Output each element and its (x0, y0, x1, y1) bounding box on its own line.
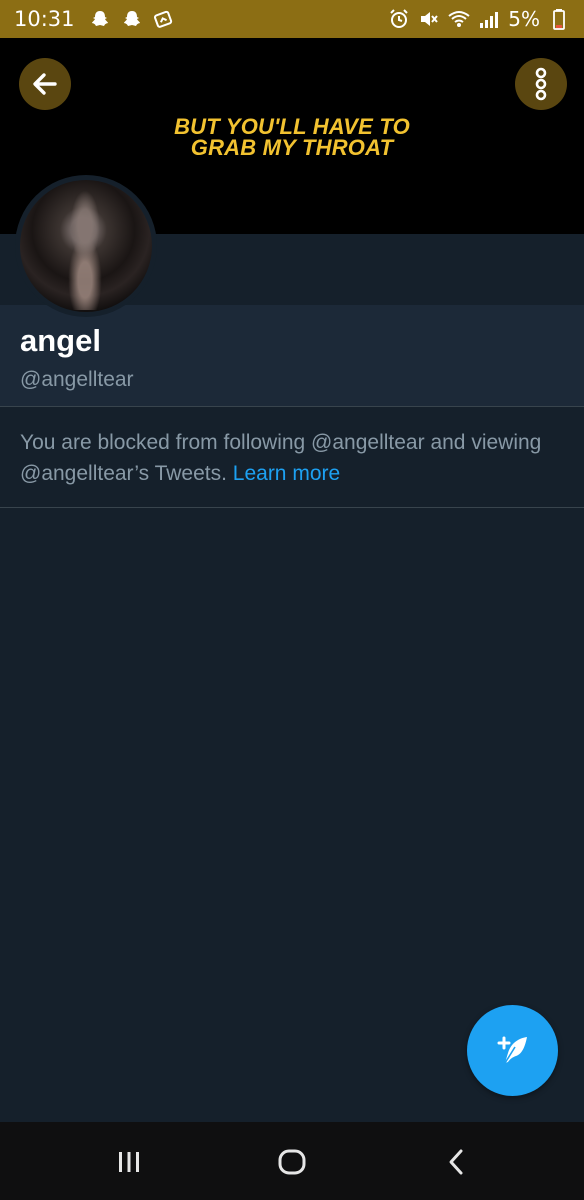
mute-icon (418, 8, 440, 30)
banner-text: BUT YOU'LL HAVE TO GRAB MY THROAT (0, 114, 584, 160)
avatar[interactable] (20, 180, 152, 312)
battery-icon (548, 8, 570, 30)
banner-line-2: GRAB MY THROAT (190, 135, 394, 160)
recents-icon (119, 1152, 139, 1172)
avatar-ring (15, 175, 157, 317)
recents-button[interactable] (109, 1142, 149, 1182)
compose-tweet-button[interactable] (467, 1005, 558, 1096)
divider (0, 507, 584, 508)
more-vertical-icon (535, 67, 547, 101)
blocked-message: You are blocked from following @angellte… (20, 427, 565, 489)
home-icon (278, 1149, 306, 1175)
learn-more-link[interactable]: Learn more (233, 462, 340, 485)
gallery-icon (153, 8, 175, 30)
more-options-button[interactable] (515, 58, 567, 110)
system-icons: 5% (388, 7, 570, 31)
back-arrow-icon (33, 73, 57, 95)
status-time: 10:31 (14, 7, 75, 31)
home-button[interactable] (272, 1142, 312, 1182)
snapchat-icon (89, 8, 111, 30)
compose-tweet-icon (497, 1036, 527, 1063)
system-nav-bar (0, 1122, 584, 1200)
battery-percent: 5% (508, 7, 540, 31)
back-button[interactable] (19, 58, 71, 110)
username-handle: @angelltear (20, 368, 134, 391)
nav-back-button[interactable] (436, 1142, 476, 1182)
profile-header: angel @angelltear (0, 305, 584, 407)
nav-back-icon (449, 1149, 463, 1175)
alarm-icon (388, 8, 410, 30)
banner-line-1: BUT YOU'LL HAVE TO (174, 114, 410, 139)
signal-icon (478, 8, 500, 30)
wifi-icon (448, 8, 470, 30)
snapchat-icon (121, 8, 143, 30)
notification-icons (89, 8, 175, 30)
status-bar: 10:31 5% (0, 0, 584, 38)
display-name: angel (20, 323, 101, 358)
